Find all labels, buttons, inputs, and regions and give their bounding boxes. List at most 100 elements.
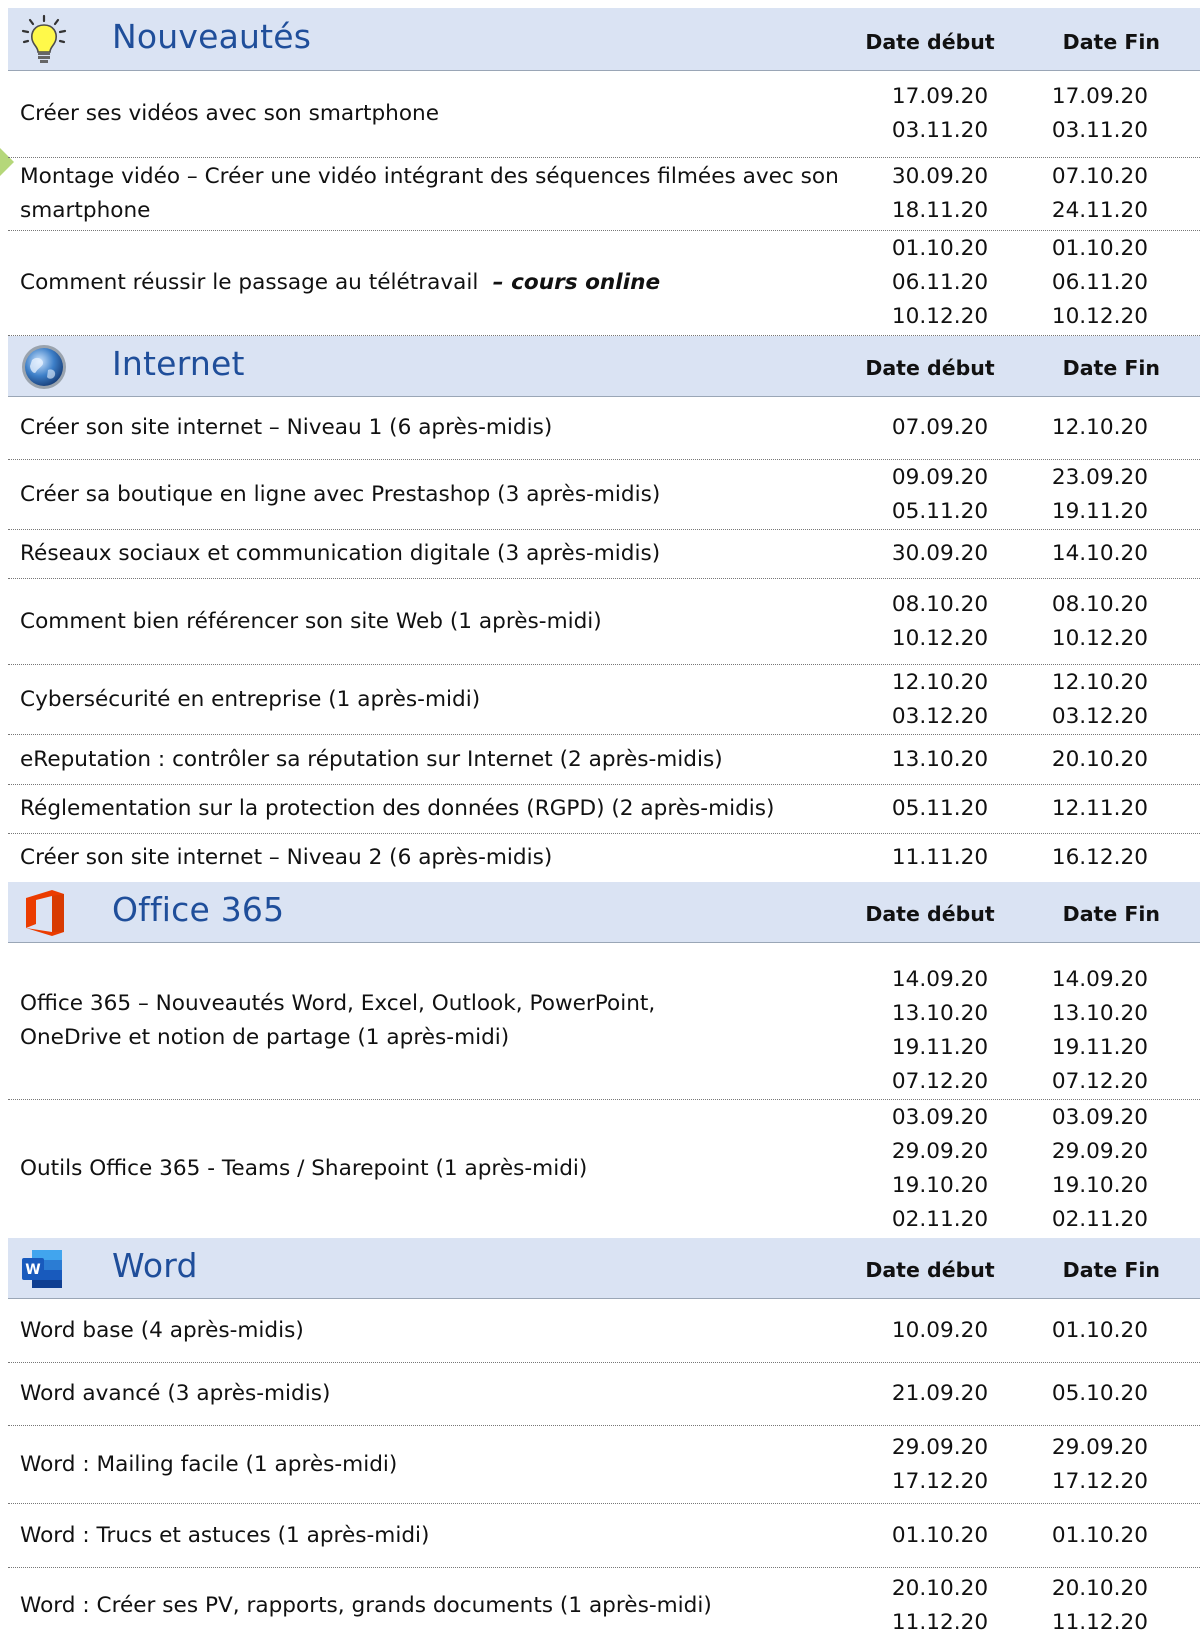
training-schedule: Nouveautés Date début Date Fin Créer ses… — [0, 8, 1200, 1644]
course-row: Réglementation sur la protection des don… — [8, 785, 1200, 834]
end-dates: 01.10.20 06.11.20 10.12.20 — [1018, 231, 1148, 335]
start-dates: 14.09.20 13.10.20 19.11.20 07.12.20 — [878, 943, 1002, 1099]
end-date: 11.12.20 — [1051, 1610, 1148, 1635]
end-date: 03.09.20 — [1051, 1105, 1148, 1130]
start-date: 30.09.20 — [891, 164, 989, 189]
column-header-start: Date début — [865, 30, 995, 54]
start-dates: 20.10.20 11.12.20 — [878, 1568, 1002, 1644]
end-dates: 14.09.20 13.10.20 19.11.20 07.12.20 — [1018, 943, 1148, 1099]
course-title: Créer ses vidéos avec son smartphone — [20, 101, 440, 126]
section-title: Internet — [112, 344, 245, 383]
start-dates: 30.09.20 18.11.20 — [878, 158, 1002, 230]
end-dates: 16.12.20 — [1018, 834, 1148, 882]
section-title: Office 365 — [112, 890, 285, 929]
start-date: 03.09.20 — [891, 1105, 989, 1130]
globe-icon — [22, 345, 66, 389]
start-dates: 10.09.20 — [878, 1299, 1002, 1362]
column-header-end: Date Fin — [1062, 30, 1160, 54]
start-dates: 29.09.20 17.12.20 — [878, 1426, 1002, 1503]
course-title: Word : Trucs et astuces (1 après-midi) — [20, 1522, 430, 1548]
course-title: Word base (4 après-midis) — [20, 1317, 304, 1343]
course-title: Comment bien référencer son site Web (1 … — [20, 608, 602, 634]
start-dates: 30.09.20 — [878, 530, 1002, 578]
end-date: 10.12.20 — [1051, 625, 1148, 651]
end-dates: 17.09.20 03.11.20 — [1018, 71, 1148, 157]
section-title: Nouveautés — [112, 17, 312, 56]
start-date: 21.09.20 — [891, 1381, 989, 1406]
start-date: 13.10.20 — [891, 746, 989, 772]
end-dates: 29.09.20 17.12.20 — [1018, 1426, 1148, 1503]
start-date: 01.10.20 — [891, 1522, 989, 1548]
start-dates: 11.11.20 — [878, 834, 1002, 882]
course-row: Réseaux sociaux et communication digital… — [8, 530, 1200, 579]
end-date: 01.10.20 — [1051, 1317, 1148, 1343]
course-title: Montage vidéo – Créer une vidéo intégran… — [20, 164, 839, 223]
start-date: 06.11.20 — [891, 270, 989, 295]
course-title: Réglementation sur la protection des don… — [20, 796, 775, 821]
course-title: Word : Créer ses PV, rapports, grands do… — [20, 1593, 712, 1618]
course-row: Créer son site internet – Niveau 1 (6 ap… — [8, 397, 1200, 460]
start-date: 07.09.20 — [891, 415, 989, 440]
end-date: 17.12.20 — [1051, 1468, 1148, 1494]
start-date: 02.11.20 — [891, 1207, 989, 1232]
course-row: Montage vidéo – Créer une vidéo intégran… — [8, 158, 1200, 231]
course-title: Word : Mailing facile (1 après-midi) — [20, 1451, 398, 1477]
end-dates: 12.10.20 — [1018, 397, 1148, 459]
section-title: Word — [112, 1246, 198, 1285]
end-date: 05.10.20 — [1051, 1381, 1148, 1406]
end-dates: 05.10.20 — [1018, 1363, 1148, 1425]
end-date: 20.10.20 — [1051, 1576, 1148, 1601]
column-header-start: Date début — [865, 356, 995, 380]
start-date: 10.12.20 — [891, 304, 989, 329]
end-date: 29.09.20 — [1051, 1434, 1148, 1460]
end-date: 23.09.20 — [1051, 464, 1148, 490]
course-title: Cybersécurité en entreprise (1 après-mid… — [20, 686, 481, 712]
start-date: 05.11.20 — [891, 498, 989, 524]
course-row: Outils Office 365 - Teams / Sharepoint (… — [8, 1100, 1200, 1238]
end-dates: 23.09.20 19.11.20 — [1018, 460, 1148, 529]
start-dates: 12.10.20 03.12.20 — [878, 665, 1002, 734]
end-dates: 01.10.20 — [1018, 1299, 1148, 1362]
column-header-start: Date début — [865, 1258, 995, 1282]
course-row: Comment réussir le passage au télétravai… — [8, 231, 1200, 336]
course-title: Outils Office 365 - Teams / Sharepoint (… — [20, 1156, 588, 1181]
course-title: Word avancé (3 après-midis) — [20, 1381, 331, 1406]
start-date: 05.11.20 — [891, 796, 989, 821]
end-date: 12.11.20 — [1051, 796, 1148, 821]
end-date: 29.09.20 — [1051, 1139, 1148, 1164]
end-date: 16.12.20 — [1051, 845, 1148, 870]
start-dates: 13.10.20 — [878, 735, 1002, 784]
course-row: Créer ses vidéos avec son smartphone 17.… — [8, 71, 1200, 158]
start-date: 07.12.20 — [891, 1069, 989, 1094]
start-dates: 08.10.20 10.12.20 — [878, 579, 1002, 664]
column-header-end: Date Fin — [1062, 356, 1160, 380]
start-date: 29.09.20 — [891, 1139, 989, 1164]
start-date: 19.10.20 — [891, 1173, 989, 1198]
start-date: 01.10.20 — [891, 236, 989, 261]
course-row: Word avancé (3 après-midis) 21.09.20 05.… — [8, 1363, 1200, 1426]
start-dates: 03.09.20 29.09.20 19.10.20 02.11.20 — [878, 1100, 1002, 1238]
end-dates: 20.10.20 — [1018, 735, 1148, 784]
start-dates: 21.09.20 — [878, 1363, 1002, 1425]
end-dates: 12.11.20 — [1018, 785, 1148, 833]
start-date: 09.09.20 — [891, 464, 989, 490]
start-date: 08.10.20 — [891, 591, 989, 617]
course-title: Comment réussir le passage au télétravai… — [20, 231, 850, 335]
end-dates: 08.10.20 10.12.20 — [1018, 579, 1148, 664]
start-date: 03.11.20 — [891, 118, 989, 143]
end-date: 03.12.20 — [1051, 703, 1148, 729]
end-date: 01.10.20 — [1051, 1522, 1148, 1548]
end-date: 19.11.20 — [1051, 498, 1148, 524]
course-title: Créer son site internet – Niveau 1 (6 ap… — [20, 415, 553, 440]
course-title-text: Comment réussir le passage au télétravai… — [20, 270, 486, 295]
start-date: 17.12.20 — [891, 1468, 989, 1494]
start-date: 13.10.20 — [891, 1001, 989, 1026]
course-row: Comment bien référencer son site Web (1 … — [8, 579, 1200, 665]
start-dates: 09.09.20 05.11.20 — [878, 460, 1002, 529]
course-title: Réseaux sociaux et communication digital… — [20, 541, 661, 566]
course-row: Cybersécurité en entreprise (1 après-mid… — [8, 665, 1200, 735]
section-header-internet: Internet Date début Date Fin — [8, 336, 1200, 397]
start-dates: 17.09.20 03.11.20 — [878, 71, 1002, 157]
start-date: 19.11.20 — [891, 1035, 989, 1060]
section-header-nouveautes: Nouveautés Date début Date Fin — [8, 8, 1200, 71]
